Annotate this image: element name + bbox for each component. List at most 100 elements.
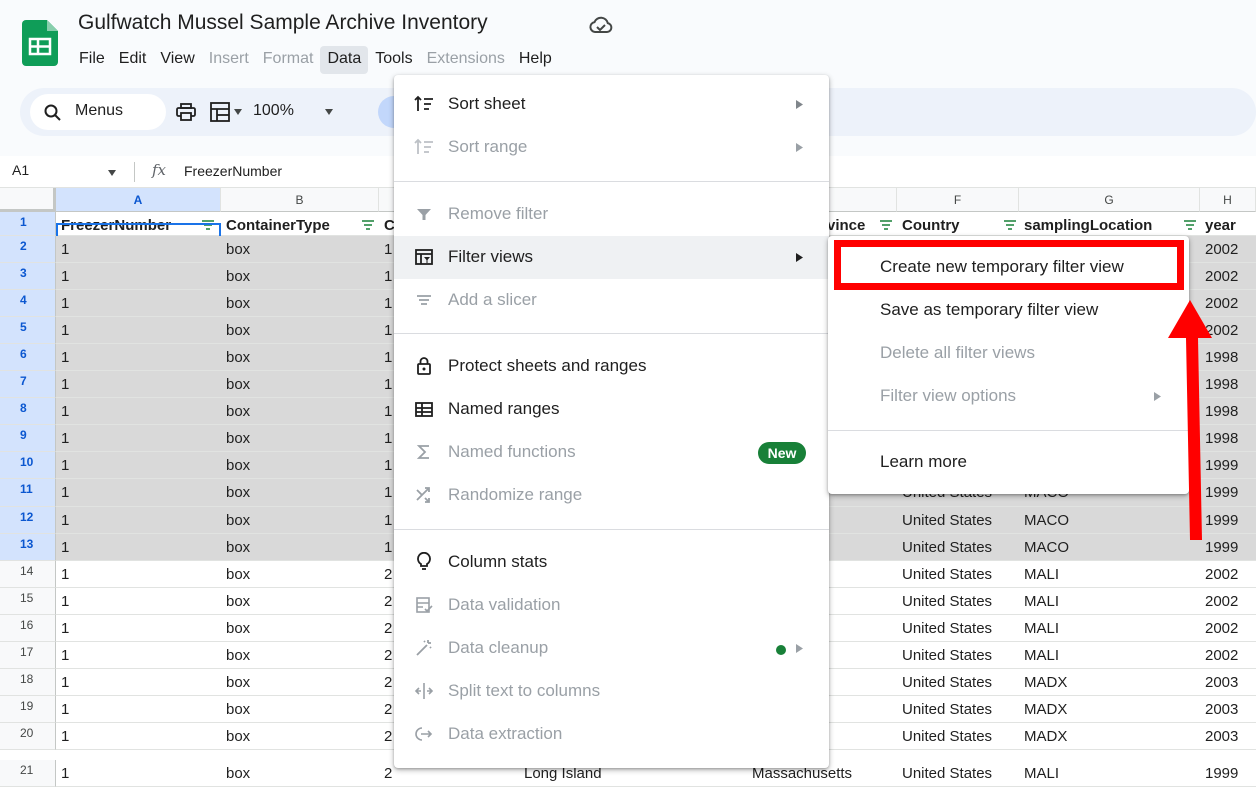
table-cell[interactable]: United States: [897, 760, 1019, 786]
row-header[interactable]: 5: [0, 317, 56, 344]
search-menus-button[interactable]: Menus: [30, 94, 166, 130]
table-cell[interactable]: 2002: [1200, 561, 1256, 587]
table-cell[interactable]: 2002: [1200, 263, 1256, 289]
row-header[interactable]: 18: [0, 669, 56, 696]
table-cell[interactable]: United States: [897, 615, 1019, 641]
header-cell[interactable]: samplingLocation: [1019, 212, 1200, 235]
menu-item-data-cleanup[interactable]: Data cleanup: [394, 627, 829, 670]
menu-item-data-extraction[interactable]: Data extraction: [394, 713, 829, 756]
name-box[interactable]: A1: [12, 162, 29, 178]
menu-format[interactable]: Format: [256, 46, 321, 74]
table-cell[interactable]: MADX: [1019, 669, 1200, 695]
table-cell[interactable]: box: [221, 371, 379, 397]
menu-item-sort-sheet[interactable]: Sort sheet: [394, 83, 829, 126]
table-cell[interactable]: 1: [56, 507, 221, 533]
row-header[interactable]: 6: [0, 344, 56, 371]
menu-insert[interactable]: Insert: [202, 46, 256, 74]
table-cell[interactable]: box: [221, 588, 379, 614]
table-cell[interactable]: 1: [56, 452, 221, 478]
table-cell[interactable]: box: [221, 696, 379, 722]
chevron-down-icon[interactable]: [325, 109, 333, 115]
table-cell[interactable]: MALI: [1019, 588, 1200, 614]
table-cell[interactable]: 1: [56, 263, 221, 289]
row-header[interactable]: 10: [0, 452, 56, 479]
menu-item-learn-more[interactable]: Learn more: [828, 441, 1189, 483]
table-cell[interactable]: box: [221, 344, 379, 370]
table-cell[interactable]: 1: [56, 371, 221, 397]
menu-item-add-slicer[interactable]: Add a slicer: [394, 279, 829, 322]
table-cell[interactable]: 1: [56, 398, 221, 424]
table-cell[interactable]: 2002: [1200, 642, 1256, 668]
column-filter-icon[interactable]: [362, 220, 374, 230]
table-cell[interactable]: box: [221, 507, 379, 533]
row-header[interactable]: 20: [0, 723, 56, 750]
table-cell[interactable]: United States: [897, 534, 1019, 560]
table-cell[interactable]: box: [221, 452, 379, 478]
document-title[interactable]: Gulfwatch Mussel Sample Archive Inventor…: [78, 11, 488, 35]
table-cell[interactable]: 2003: [1200, 723, 1256, 749]
table-cell[interactable]: 2002: [1200, 236, 1256, 262]
table-cell[interactable]: 1: [56, 615, 221, 641]
column-header-b[interactable]: B: [221, 188, 379, 212]
menu-item-named-functions[interactable]: Named functions New: [394, 431, 829, 474]
table-cell[interactable]: 1: [56, 588, 221, 614]
menu-data[interactable]: Data: [320, 46, 369, 74]
table-cell[interactable]: box: [221, 290, 379, 316]
select-all-corner[interactable]: [0, 188, 56, 212]
table-cell[interactable]: 2003: [1200, 696, 1256, 722]
row-header[interactable]: 15: [0, 588, 56, 615]
print-icon[interactable]: [176, 103, 196, 121]
table-cell[interactable]: box: [221, 479, 379, 506]
table-cell[interactable]: box: [221, 615, 379, 641]
sheets-logo-icon[interactable]: [22, 20, 58, 66]
menu-item-delete-filter-views[interactable]: Delete all filter views: [828, 332, 1189, 374]
table-cell[interactable]: box: [221, 723, 379, 749]
table-cell[interactable]: United States: [897, 642, 1019, 668]
column-filter-icon[interactable]: [1184, 220, 1196, 230]
menu-item-save-temp-filter-view[interactable]: Save as temporary filter view: [828, 289, 1189, 331]
menu-item-filter-views[interactable]: Filter views: [394, 236, 829, 279]
row-header[interactable]: 16: [0, 615, 56, 642]
cloud-saved-icon[interactable]: [588, 13, 614, 37]
column-header-a[interactable]: A: [56, 188, 221, 212]
table-cell[interactable]: 1: [56, 317, 221, 343]
row-header[interactable]: 12: [0, 507, 56, 534]
table-cell[interactable]: 1: [56, 561, 221, 587]
header-cell[interactable]: ContainerType: [221, 212, 379, 235]
menu-item-split-text[interactable]: Split text to columns: [394, 670, 829, 713]
table-cell[interactable]: 1: [56, 760, 221, 786]
table-cell[interactable]: United States: [897, 507, 1019, 533]
table-cell[interactable]: United States: [897, 588, 1019, 614]
row-header[interactable]: 19: [0, 696, 56, 723]
table-cell[interactable]: MALI: [1019, 615, 1200, 641]
table-cell[interactable]: box: [221, 642, 379, 668]
table-cell[interactable]: 2002: [1200, 615, 1256, 641]
row-header[interactable]: 9: [0, 425, 56, 452]
table-cell[interactable]: box: [221, 561, 379, 587]
table-cell[interactable]: MALI: [1019, 561, 1200, 587]
table-cell[interactable]: 1: [56, 344, 221, 370]
menu-tools[interactable]: Tools: [368, 46, 419, 74]
chevron-down-icon[interactable]: [108, 170, 116, 176]
menu-item-filter-view-options[interactable]: Filter view options: [828, 375, 1189, 417]
table-cell[interactable]: box: [221, 534, 379, 560]
column-filter-icon[interactable]: [1004, 220, 1016, 230]
menu-item-randomize-range[interactable]: Randomize range: [394, 474, 829, 517]
table-cell[interactable]: 1: [56, 425, 221, 451]
menu-item-sort-range[interactable]: Sort range: [394, 126, 829, 169]
table-cell[interactable]: 1: [56, 290, 221, 316]
row-header[interactable]: 13: [0, 534, 56, 561]
row-header[interactable]: 2: [0, 236, 56, 263]
menu-item-data-validation[interactable]: Data validation: [394, 584, 829, 627]
table-cell[interactable]: box: [221, 317, 379, 343]
table-cell[interactable]: 1: [56, 669, 221, 695]
header-cell[interactable]: Country: [897, 212, 1019, 235]
table-cell[interactable]: 1: [56, 696, 221, 722]
table-cell[interactable]: MALI: [1019, 642, 1200, 668]
row-header[interactable]: 17: [0, 642, 56, 669]
table-cell[interactable]: box: [221, 669, 379, 695]
table-cell[interactable]: United States: [897, 723, 1019, 749]
table-cell[interactable]: box: [221, 263, 379, 289]
table-cell[interactable]: MADX: [1019, 696, 1200, 722]
table-cell[interactable]: 1: [56, 534, 221, 560]
